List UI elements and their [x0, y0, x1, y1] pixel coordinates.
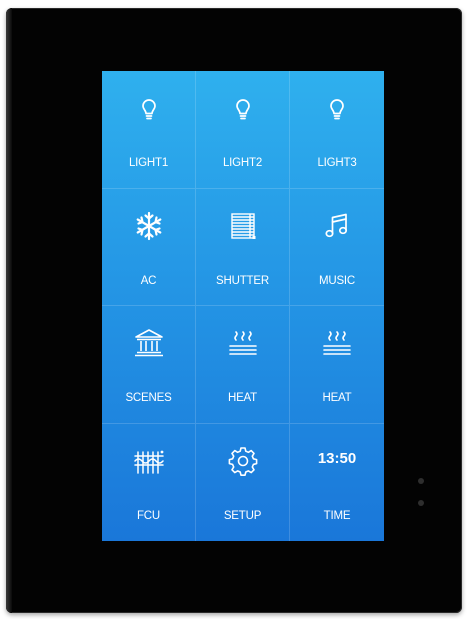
shutter-icon [226, 209, 260, 243]
light-bulb-icon [226, 91, 260, 125]
light-bulb-icon [320, 91, 354, 125]
tile-music[interactable]: MUSIC [290, 189, 384, 306]
tile-light3[interactable]: LIGHT3 [290, 71, 384, 189]
tile-shutter[interactable]: SHUTTER [196, 188, 290, 306]
heating-icon [226, 326, 260, 360]
tile-label: AC [140, 274, 157, 287]
gear-icon [226, 444, 260, 478]
tile-grid: LIGHT1 LIGHT2 LIGHT3 AC SHUTTER MUSIC SC… [102, 71, 384, 541]
tile-label: FCU [136, 509, 161, 522]
light-bulb-icon [132, 91, 166, 125]
tile-label: LIGHT2 [222, 157, 263, 169]
tile-label: HEAT [227, 392, 258, 404]
heating-icon [320, 326, 354, 360]
tile-heat-1[interactable]: HEAT [196, 306, 290, 424]
tile-label: LIGHT3 [317, 157, 357, 169]
tile-fcu[interactable]: FCU [102, 423, 196, 541]
tile-label: HEAT [322, 392, 352, 404]
device-edge [6, 8, 12, 613]
tile-setup[interactable]: SETUP [196, 423, 290, 541]
tile-label: SCENES [125, 392, 172, 404]
proximity-sensor [418, 478, 424, 484]
tile-light2[interactable]: LIGHT2 [196, 71, 290, 189]
tile-time[interactable]: 13:50 TIME [290, 424, 384, 542]
tile-label: TIME [323, 509, 351, 522]
tile-scenes[interactable]: SCENES [102, 306, 196, 424]
snowflake-icon [132, 209, 166, 243]
clock-time: 13:50 [317, 449, 357, 467]
tile-ac[interactable]: AC [102, 188, 196, 306]
tile-label: SETUP [223, 509, 262, 522]
music-note-icon [320, 209, 354, 243]
fan-coil-icon [132, 444, 166, 478]
light-sensor [418, 500, 424, 506]
tile-label: MUSIC [318, 274, 356, 287]
tile-label: SHUTTER [216, 274, 269, 287]
tile-heat-2[interactable]: HEAT [290, 306, 384, 424]
tile-light1[interactable]: LIGHT1 [102, 71, 196, 189]
touch-screen: LIGHT1 LIGHT2 LIGHT3 AC SHUTTER MUSIC SC… [102, 71, 384, 541]
building-icon [132, 326, 166, 360]
tile-label: LIGHT1 [128, 157, 169, 169]
